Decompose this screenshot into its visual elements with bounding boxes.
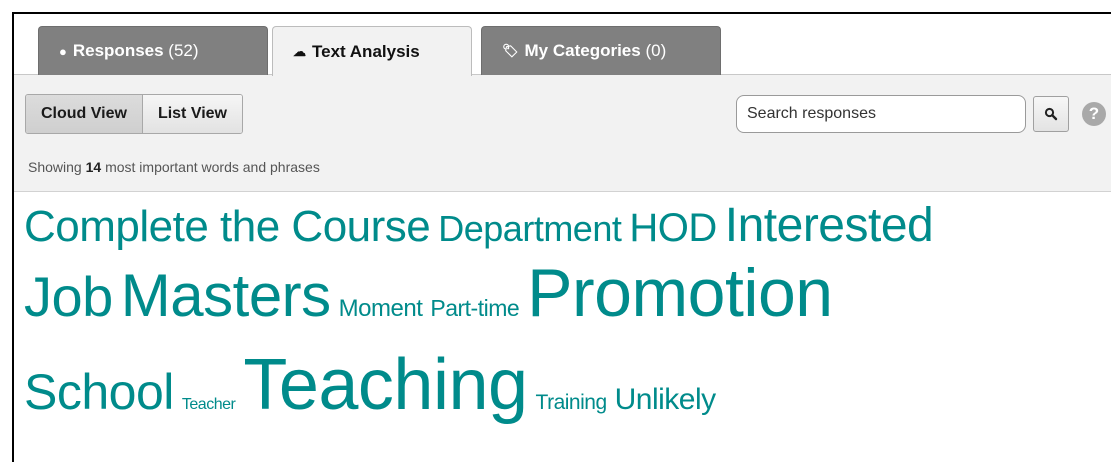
tab-my-categories[interactable]: 🏷 My Categories (0) [481, 26, 721, 75]
cloud-word[interactable]: Job [24, 264, 113, 329]
search-input[interactable] [736, 95, 1026, 133]
cloud-word[interactable]: Part-time [430, 295, 519, 322]
tab-responses-label: Responses [72, 41, 164, 60]
list-view-button[interactable]: List View [142, 95, 242, 133]
tab-responses-count: (52) [168, 41, 199, 60]
cloud-word[interactable]: School [24, 363, 174, 421]
tab-responses[interactable]: ● Responses (52) [38, 26, 268, 75]
cloud-word[interactable]: HOD [629, 206, 717, 251]
tab-my-categories-label: My Categories [524, 41, 641, 60]
cloud-word[interactable]: Interested [725, 198, 934, 253]
summary-count: 14 [85, 159, 102, 175]
cloud-word[interactable]: Promotion [527, 254, 833, 332]
tab-text-analysis[interactable]: ☁ Text Analysis [272, 26, 472, 76]
tag-icon: 🏷 [502, 43, 519, 58]
search-button[interactable] [1033, 96, 1069, 132]
cloud-row: School Teacher Teaching Training Unlikely [24, 344, 724, 426]
summary-text: Showing 14 most important words and phra… [28, 159, 320, 175]
tab-text-analysis-label: Text Analysis [312, 41, 420, 61]
help-icon[interactable]: ? [1082, 102, 1106, 126]
cloud-word[interactable]: Moment [339, 295, 423, 323]
cloud-word[interactable]: Training [536, 391, 608, 415]
cloud-word[interactable]: Unlikely [615, 383, 717, 417]
magnifier-icon [1044, 107, 1058, 121]
summary-prefix: Showing [28, 159, 82, 175]
summary-suffix: most important words and phrases [105, 159, 320, 175]
cloud-word[interactable]: Complete the Course [24, 202, 431, 252]
cloud-word[interactable]: Masters [121, 261, 331, 330]
tab-bar: ● Responses (52) ☁ Text Analysis 🏷 My Ca… [14, 14, 1111, 76]
toolbar: Cloud View List View ? Showing 14 most i… [14, 75, 1111, 192]
cloud-word[interactable]: Teacher [182, 396, 236, 414]
view-toggle: Cloud View List View [25, 94, 243, 134]
cloud-word[interactable]: Teaching [243, 344, 528, 426]
cloud-row: Complete the Course Department HOD Interest… [24, 198, 941, 253]
cloud-view-button[interactable]: Cloud View [26, 95, 143, 133]
text-analysis-panel: ● Responses (52) ☁ Text Analysis 🏷 My Ca… [12, 12, 1111, 462]
cloud-row: Job Masters Moment Part-time Promotion [24, 254, 841, 332]
cloud-icon: ☁ [293, 43, 306, 59]
tab-my-categories-count: (0) [645, 41, 667, 60]
speech-bubble-icon: ● [59, 43, 67, 59]
cloud-word[interactable]: Department [438, 208, 622, 250]
